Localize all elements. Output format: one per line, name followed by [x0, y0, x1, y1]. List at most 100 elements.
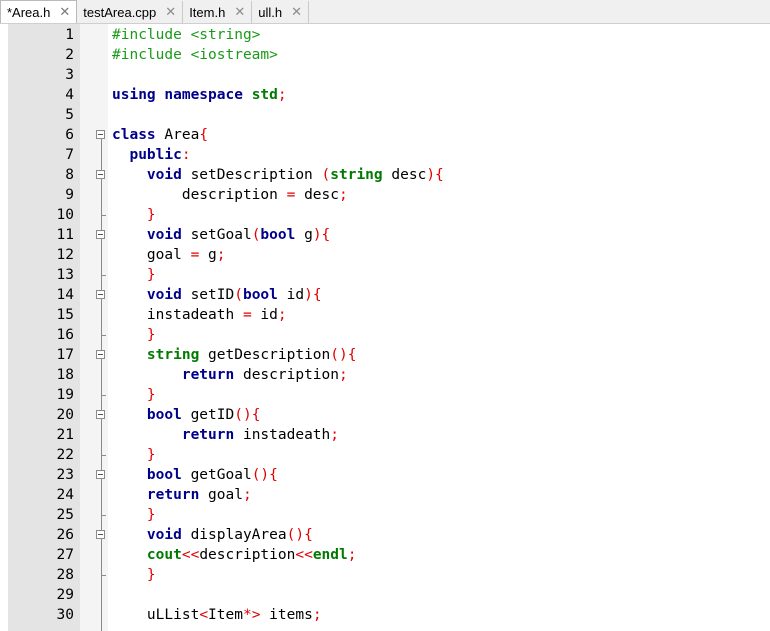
- code-token: ): [426, 167, 436, 183]
- code-token: items: [260, 607, 313, 623]
- code-line[interactable]: 22 }: [0, 445, 770, 465]
- code-token: }: [146, 267, 156, 283]
- code-token: setDescription: [181, 167, 322, 183]
- code-line[interactable]: 17 string getDescription(){: [0, 345, 770, 365]
- code-line[interactable]: 2 #include <iostream>: [0, 45, 770, 65]
- code-token: public: [129, 147, 182, 163]
- fold-toggle-icon[interactable]: [96, 410, 105, 419]
- fold-toggle-icon[interactable]: [96, 470, 105, 479]
- code-text: }: [112, 265, 156, 285]
- code-editor[interactable]: 1 #include <string> 2 #include <iostream> 3 4…: [0, 24, 770, 631]
- fold-end-marker: [101, 275, 106, 276]
- code-token: {: [269, 467, 278, 483]
- code-text: }: [112, 505, 156, 525]
- code-token: }: [146, 387, 156, 403]
- code-token: }: [146, 327, 156, 343]
- code-token: }: [146, 567, 156, 583]
- fold-end-marker: [101, 455, 106, 456]
- code-token: void: [146, 167, 182, 183]
- fold-toggle-icon[interactable]: [96, 130, 105, 139]
- code-text: instadeath = id;: [112, 305, 287, 325]
- code-text: }: [112, 565, 156, 585]
- code-text: }: [112, 445, 156, 465]
- line-number: 30: [56, 607, 74, 623]
- code-line[interactable]: 14 void setID(bool id){: [0, 285, 770, 305]
- line-number: 15: [56, 307, 74, 323]
- code-line[interactable]: 13 }: [0, 265, 770, 285]
- code-token: desc: [382, 167, 427, 183]
- code-text: cout<<description<<endl;: [112, 545, 357, 565]
- code-line[interactable]: 6 class Area{: [0, 125, 770, 145]
- tab-2[interactable]: Item.h ✕: [183, 1, 253, 23]
- tab-3[interactable]: ull.h ✕: [252, 1, 309, 23]
- line-number: 17: [56, 347, 74, 363]
- fold-toggle-icon[interactable]: [96, 530, 105, 539]
- code-text: uLList<Item*> items;: [112, 605, 322, 625]
- tab-label: *Area.h: [7, 4, 51, 20]
- code-line[interactable]: 25 }: [0, 505, 770, 525]
- code-token: {: [304, 527, 313, 543]
- code-token: ;: [242, 487, 252, 503]
- code-token: description: [199, 547, 296, 563]
- code-line[interactable]: 15 instadeath = id;: [0, 305, 770, 325]
- code-token: namespace: [164, 87, 243, 103]
- close-icon[interactable]: ✕: [291, 5, 302, 20]
- fold-toggle-icon[interactable]: [96, 350, 105, 359]
- line-number: 28: [56, 567, 74, 583]
- code-text: bool getGoal(){: [112, 465, 278, 485]
- code-token: (): [234, 407, 252, 423]
- code-token: bool: [260, 227, 296, 243]
- code-line[interactable]: 20 bool getID(){: [0, 405, 770, 425]
- code-line[interactable]: 26 void displayArea(){: [0, 525, 770, 545]
- line-number: 29: [56, 587, 74, 603]
- fold-toggle-icon[interactable]: [96, 230, 105, 239]
- code-line[interactable]: 27 cout<<description<<endl;: [0, 545, 770, 565]
- code-line[interactable]: 23 bool getGoal(){: [0, 465, 770, 485]
- code-line[interactable]: 19 }: [0, 385, 770, 405]
- code-line[interactable]: 7 public:: [0, 145, 770, 165]
- code-line[interactable]: 10 }: [0, 205, 770, 225]
- code-line[interactable]: 11 void setGoal(bool g){: [0, 225, 770, 245]
- code-token: ;: [277, 87, 287, 103]
- close-icon[interactable]: ✕: [165, 5, 176, 20]
- code-line[interactable]: 9 description = desc;: [0, 185, 770, 205]
- code-token: ): [312, 227, 322, 243]
- line-number: 18: [56, 367, 74, 383]
- code-line[interactable]: 12 goal = g;: [0, 245, 770, 265]
- code-text: public:: [112, 145, 190, 165]
- code-token: #include <iostream>: [112, 47, 278, 63]
- code-line[interactable]: 21 return instadeath;: [0, 425, 770, 445]
- code-line[interactable]: 5: [0, 105, 770, 125]
- code-line[interactable]: 24 return goal;: [0, 485, 770, 505]
- tab-label: ull.h: [258, 4, 283, 20]
- tab-0[interactable]: *Area.h ✕: [0, 0, 78, 23]
- fold-line: [101, 139, 102, 631]
- close-icon[interactable]: ✕: [234, 5, 245, 20]
- code-text: goal = g;: [112, 245, 226, 265]
- line-number: 14: [56, 287, 74, 303]
- code-line[interactable]: 1 #include <string>: [0, 25, 770, 45]
- code-token: {: [435, 167, 444, 183]
- code-line[interactable]: 16 }: [0, 325, 770, 345]
- fold-toggle-icon[interactable]: [96, 290, 105, 299]
- code-text: void setGoal(bool g){: [112, 225, 330, 245]
- code-token: {: [347, 347, 357, 363]
- code-token: ;: [312, 607, 322, 623]
- code-line[interactable]: 8 void setDescription (string desc){: [0, 165, 770, 185]
- fold-toggle-icon[interactable]: [96, 170, 105, 179]
- code-line[interactable]: 18 return description;: [0, 365, 770, 385]
- code-line[interactable]: 3: [0, 65, 770, 85]
- code-line[interactable]: 29: [0, 585, 770, 605]
- code-line[interactable]: 28 }: [0, 565, 770, 585]
- close-icon[interactable]: ✕: [59, 5, 70, 20]
- code-line[interactable]: 4 using namespace std;: [0, 85, 770, 105]
- tab-1[interactable]: testArea.cpp ✕: [77, 1, 184, 23]
- line-number: 19: [56, 387, 74, 403]
- code-token: getID: [181, 407, 235, 423]
- code-line[interactable]: 30 uLList<Item*> items;: [0, 605, 770, 625]
